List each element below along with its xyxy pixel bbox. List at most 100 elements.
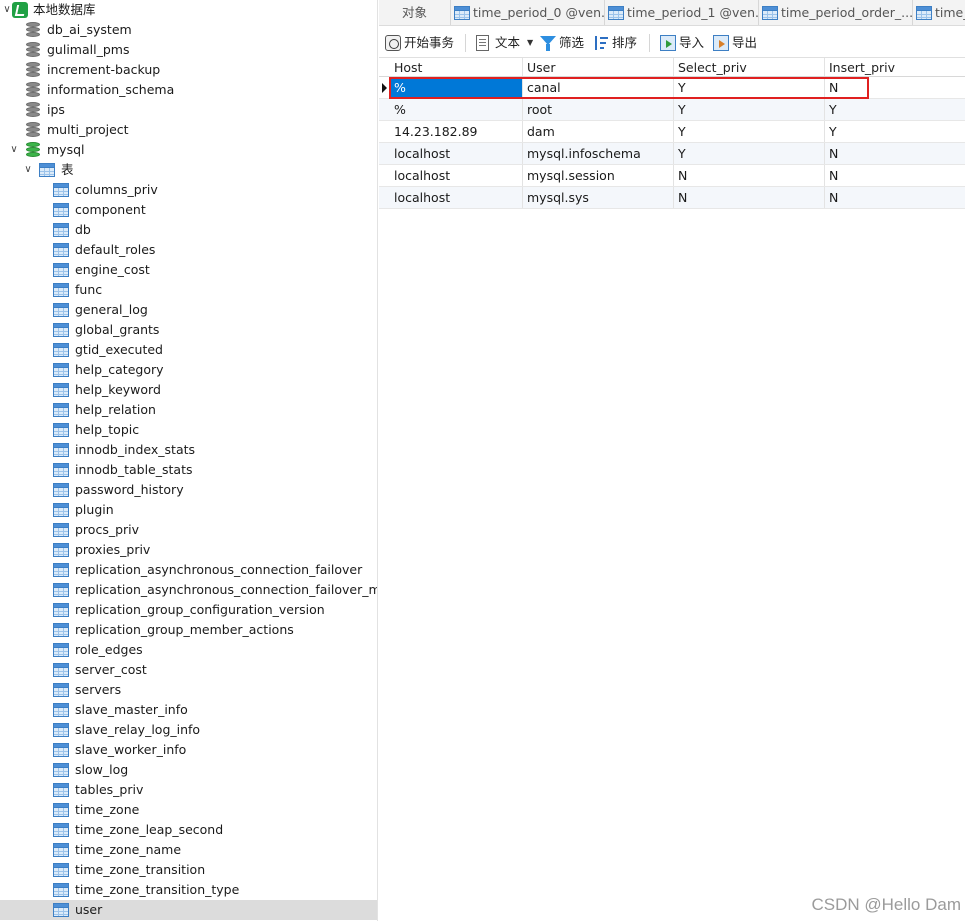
table-label: time_zone_leap_second <box>75 822 224 837</box>
grid-cell[interactable]: 14.23.182.89 <box>390 121 523 142</box>
dropdown-arrow-icon[interactable]: ▼ <box>527 32 533 54</box>
tree-database[interactable]: multi_project <box>0 120 377 140</box>
table-label: help_category <box>75 362 164 377</box>
grid-cell[interactable]: Y <box>674 99 825 120</box>
grid-cell[interactable]: % <box>390 99 523 120</box>
column-header-user[interactable]: User <box>523 58 674 76</box>
grid-cell[interactable]: Y <box>674 143 825 164</box>
grid-cell[interactable]: Y <box>674 77 825 98</box>
tree-table-item[interactable]: replication_asynchronous_connection_fail… <box>0 560 377 580</box>
tree-table-item[interactable]: time_zone_leap_second <box>0 820 377 840</box>
filter-button[interactable]: 筛选 <box>540 32 588 54</box>
tree-table-item[interactable]: help_relation <box>0 400 377 420</box>
grid-cell[interactable]: localhost <box>390 187 523 208</box>
tree-table-item[interactable]: role_edges <box>0 640 377 660</box>
tree-table-item[interactable]: time_zone_name <box>0 840 377 860</box>
grid-cell[interactable]: Y <box>825 99 965 120</box>
tab-objects[interactable]: 对象 <box>379 0 451 25</box>
grid-cell[interactable]: Y <box>825 121 965 142</box>
table-label: slow_log <box>75 762 129 777</box>
tree-table-item[interactable]: innodb_index_stats <box>0 440 377 460</box>
column-header-select-priv[interactable]: Select_priv <box>674 58 825 76</box>
tree-table-item[interactable]: servers <box>0 680 377 700</box>
import-button[interactable]: 导入 <box>660 32 708 54</box>
table-row[interactable]: % canal Y N <box>379 77 965 99</box>
table-row[interactable]: localhost mysql.infoschema Y N <box>379 143 965 165</box>
grid-cell[interactable]: localhost <box>390 143 523 164</box>
tab-time[interactable]: time_ <box>914 0 965 25</box>
tree-table-item[interactable]: slave_master_info <box>0 700 377 720</box>
tab-time-period-1[interactable]: time_period_1 @ven... <box>606 0 759 25</box>
tree-table-item[interactable]: default_roles <box>0 240 377 260</box>
watermark: CSDN @Hello Dam <box>811 895 961 914</box>
grid-cell[interactable]: mysql.infoschema <box>523 143 674 164</box>
grid-cell[interactable]: localhost <box>390 165 523 186</box>
table-row[interactable]: localhost mysql.session N N <box>379 165 965 187</box>
tab-time-period-0[interactable]: time_period_0 @ven... <box>452 0 605 25</box>
grid-cell[interactable]: mysql.sys <box>523 187 674 208</box>
grid-cell[interactable]: Y <box>674 121 825 142</box>
tree-table-item[interactable]: func <box>0 280 377 300</box>
tree-database-mysql[interactable]: ∨ mysql <box>0 140 377 160</box>
tree-database[interactable]: information_schema <box>0 80 377 100</box>
grid-cell[interactable]: N <box>825 77 965 98</box>
tree-table-item[interactable]: slow_log <box>0 760 377 780</box>
tree-table-item[interactable]: replication_asynchronous_connection_fail… <box>0 580 377 600</box>
tree-table-item[interactable]: innodb_table_stats <box>0 460 377 480</box>
sort-button[interactable]: 排序 <box>593 32 641 54</box>
tree-database[interactable]: db_ai_system <box>0 20 377 40</box>
grid-cell[interactable]: N <box>825 165 965 186</box>
table-icon <box>53 543 69 557</box>
export-button[interactable]: 导出 <box>713 32 761 54</box>
tree-database[interactable]: ips <box>0 100 377 120</box>
tree-table-item[interactable]: gtid_executed <box>0 340 377 360</box>
text-button[interactable]: 文本 ▼ <box>476 32 536 54</box>
chevron-down-icon[interactable]: ∨ <box>7 140 21 160</box>
begin-transaction-button[interactable]: 开始事务 <box>385 32 457 54</box>
tree-table-item[interactable]: component <box>0 200 377 220</box>
table-row[interactable]: localhost mysql.sys N N <box>379 187 965 209</box>
tree-table-item[interactable]: time_zone_transition <box>0 860 377 880</box>
tree-database[interactable]: gulimall_pms <box>0 40 377 60</box>
tree-tables-folder[interactable]: ∨ 表 <box>0 160 377 180</box>
tree-table-item[interactable]: slave_worker_info <box>0 740 377 760</box>
tree-table-item[interactable]: procs_priv <box>0 520 377 540</box>
tree-database[interactable]: increment-backup <box>0 60 377 80</box>
tree-table-item[interactable]: password_history <box>0 480 377 500</box>
tree-table-item[interactable]: plugin <box>0 500 377 520</box>
grid-cell[interactable]: N <box>674 165 825 186</box>
tree-table-item[interactable]: help_topic <box>0 420 377 440</box>
chevron-down-icon[interactable]: ∨ <box>21 160 35 180</box>
tree-table-item[interactable]: replication_group_configuration_version <box>0 600 377 620</box>
tree-table-item[interactable]: help_category <box>0 360 377 380</box>
tree-table-item[interactable]: global_grants <box>0 320 377 340</box>
tree-table-item[interactable]: user <box>0 900 377 920</box>
tab-time-period-order[interactable]: time_period_order_... <box>760 0 913 25</box>
grid-cell[interactable]: N <box>825 143 965 164</box>
tree-table-item[interactable]: replication_group_member_actions <box>0 620 377 640</box>
grid-cell[interactable]: dam <box>523 121 674 142</box>
tree-table-item[interactable]: proxies_priv <box>0 540 377 560</box>
table-row[interactable]: % root Y Y <box>379 99 965 121</box>
grid-cell[interactable]: % <box>390 77 523 98</box>
tree-table-item[interactable]: general_log <box>0 300 377 320</box>
tree-table-item[interactable]: help_keyword <box>0 380 377 400</box>
column-header-insert-priv[interactable]: Insert_priv <box>825 58 965 76</box>
tree-table-item[interactable]: db <box>0 220 377 240</box>
tree-table-item[interactable]: time_zone <box>0 800 377 820</box>
table-label: user <box>75 902 103 917</box>
table-row[interactable]: 14.23.182.89 dam Y Y <box>379 121 965 143</box>
tree-table-item[interactable]: columns_priv <box>0 180 377 200</box>
tree-table-item[interactable]: time_zone_transition_type <box>0 880 377 900</box>
tree-table-item[interactable]: tables_priv <box>0 780 377 800</box>
grid-cell[interactable]: N <box>674 187 825 208</box>
tree-table-item[interactable]: engine_cost <box>0 260 377 280</box>
tree-table-item[interactable]: slave_relay_log_info <box>0 720 377 740</box>
grid-cell[interactable]: mysql.session <box>523 165 674 186</box>
grid-cell[interactable]: root <box>523 99 674 120</box>
tree-connection[interactable]: ∨ 本地数据库 <box>0 0 377 20</box>
column-header-host[interactable]: Host <box>390 58 523 76</box>
tree-table-item[interactable]: server_cost <box>0 660 377 680</box>
grid-cell[interactable]: N <box>825 187 965 208</box>
grid-cell[interactable]: canal <box>523 77 674 98</box>
